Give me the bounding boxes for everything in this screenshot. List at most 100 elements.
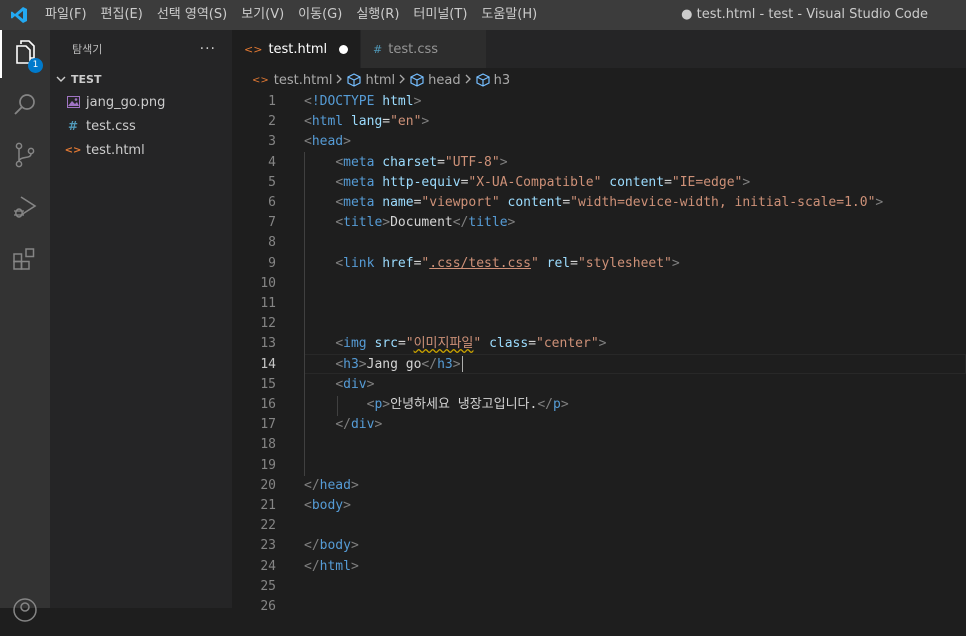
menu-item[interactable]: 이동(G) [291, 0, 349, 30]
search-button[interactable] [0, 83, 50, 131]
search-icon [13, 93, 37, 121]
breadcrumb-label: html [365, 72, 396, 88]
breadcrumb-label: test.html [273, 72, 333, 88]
code-line[interactable]: 18 [232, 435, 966, 455]
code-line[interactable]: 25 [232, 577, 966, 597]
explorer-sidebar: 탐색기 ··· TEST jang_go.png # test.css <> test.… [50, 30, 232, 608]
code-line[interactable]: 11 [232, 294, 966, 314]
tab-test-html[interactable]: <> test.html [232, 30, 360, 68]
code-line[interactable]: 13 <img src="이미지파일" class="center"> [232, 334, 966, 354]
file-item[interactable]: <> test.html [50, 138, 232, 162]
line-content: <html lang="en"> [304, 114, 430, 130]
html-file-icon: <> [252, 74, 269, 86]
code-line[interactable]: 14 <h3>Jang go</h3> [232, 355, 966, 375]
code-line[interactable]: 20 </head> [232, 476, 966, 496]
source-control-icon [13, 142, 37, 172]
file-item[interactable]: # test.css [50, 114, 232, 138]
extensions-button[interactable] [0, 237, 50, 285]
line-content: </html> [304, 558, 359, 574]
html-file-icon: <> [244, 42, 263, 56]
line-number: 9 [268, 255, 276, 271]
unsaved-dot-icon[interactable] [339, 44, 348, 54]
code-line[interactable]: 19 [232, 456, 966, 476]
line-number: 20 [260, 477, 276, 493]
window-title: ● test.html - test - Visual Studio Code [681, 7, 928, 22]
line-number: 19 [260, 457, 276, 473]
html-file-icon: <> [64, 144, 82, 156]
folder-label: TEST [71, 72, 102, 86]
menu-item[interactable]: 실행(R) [349, 0, 406, 30]
code-line[interactable]: 5 <meta http-equiv="X-UA-Compatible" con… [232, 173, 966, 193]
code-line[interactable]: 10 [232, 274, 966, 294]
code-line[interactable]: 16 <p>안녕하세요 냉장고입니다.</p> [232, 395, 966, 415]
chevron-down-icon [56, 74, 68, 84]
file-item[interactable]: jang_go.png [50, 90, 232, 114]
line-number: 3 [268, 134, 276, 150]
menu-item[interactable]: 도움말(H) [474, 0, 544, 30]
breadcrumb-head[interactable]: head [410, 73, 461, 88]
menu-item[interactable]: 선택 영역(S) [150, 0, 234, 30]
line-content: </body> [304, 538, 359, 554]
line-content: <meta http-equiv="X-UA-Compatible" conte… [335, 174, 751, 190]
activity-bar: 1 [0, 30, 50, 622]
menu-bar: 파일(F) 편집(E) 선택 영역(S) 보기(V) 이동(G) 실행(R) 터미널(T) 도… [38, 0, 544, 30]
code-line[interactable]: 3 <head> [232, 132, 966, 152]
line-number: 22 [260, 518, 276, 534]
breadcrumb-h3[interactable]: h3 [475, 72, 511, 88]
code-line[interactable]: 23 </body> [232, 536, 966, 556]
line-content: <body> [304, 498, 351, 513]
code-line[interactable]: 15 <div> [232, 375, 966, 395]
code-line[interactable]: 21 <body> [232, 496, 966, 516]
line-content: <meta name="viewport" content="width=dev… [335, 195, 884, 210]
line-number: 21 [260, 498, 276, 513]
code-line[interactable]: 6 <meta name="viewport" content="width=d… [232, 193, 966, 213]
line-number: 17 [260, 417, 276, 433]
menu-item[interactable]: 편집(E) [94, 0, 150, 30]
file-list: jang_go.png # test.css <> test.html [50, 90, 232, 162]
breadcrumb-label: h3 [493, 72, 511, 88]
run-debug-button[interactable] [0, 185, 50, 233]
extensions-icon [12, 246, 38, 276]
account-icon [12, 597, 38, 627]
line-number: 16 [260, 397, 276, 412]
breadcrumb-file[interactable]: <> test.html [252, 73, 332, 88]
tab-label: test.css [388, 41, 439, 57]
code-line[interactable]: 2 <html lang="en"> [232, 112, 966, 132]
code-editor[interactable]: 1 <!DOCTYPE html> 2 <html lang="en"> 3 <head>… [232, 92, 966, 614]
explorer-button[interactable]: 1 [0, 30, 50, 78]
line-content: <!DOCTYPE html> [304, 94, 422, 109]
chevron-right-icon [336, 73, 343, 88]
line-number: 15 [260, 376, 276, 392]
run-debug-icon [12, 194, 38, 224]
menu-item[interactable]: 파일(F) [38, 0, 94, 30]
line-number: 2 [268, 114, 276, 130]
line-content: <title>Document</title> [335, 215, 516, 231]
code-line[interactable]: 22 [232, 516, 966, 536]
breadcrumb-html[interactable]: html [347, 73, 395, 88]
code-line[interactable]: 1 <!DOCTYPE html> [232, 92, 966, 112]
code-line[interactable]: 26 [232, 597, 966, 617]
account-button[interactable] [0, 588, 50, 636]
line-number: 4 [268, 154, 276, 170]
line-content: <head> [304, 134, 351, 150]
code-line[interactable]: 8 [232, 233, 966, 253]
folder-test[interactable]: TEST [50, 68, 232, 90]
line-number: 6 [268, 195, 276, 210]
code-line[interactable]: 9 <link href=".css/test.css" rel="styles… [232, 254, 966, 274]
menu-item[interactable]: 보기(V) [234, 0, 291, 30]
code-line[interactable]: 24 </html> [232, 557, 966, 577]
editor-tabs: <> test.html # test.css [232, 30, 966, 68]
code-line[interactable]: 4 <meta charset="UTF-8"> [232, 153, 966, 173]
code-line[interactable]: 12 [232, 314, 966, 334]
tab-test-css[interactable]: # test.css [360, 30, 486, 68]
symbol-field-icon [475, 73, 490, 87]
line-content: <img src="이미지파일" class="center"> [335, 336, 607, 352]
code-line[interactable]: 7 <title>Document</title> [232, 213, 966, 233]
source-control-button[interactable] [0, 133, 50, 181]
code-line[interactable]: 17 </div> [232, 415, 966, 435]
more-actions-button[interactable]: ··· [200, 41, 216, 57]
menu-item[interactable]: 터미널(T) [406, 0, 474, 30]
chevron-right-icon [399, 73, 406, 88]
line-number: 18 [260, 437, 276, 453]
line-number: 12 [260, 316, 276, 332]
